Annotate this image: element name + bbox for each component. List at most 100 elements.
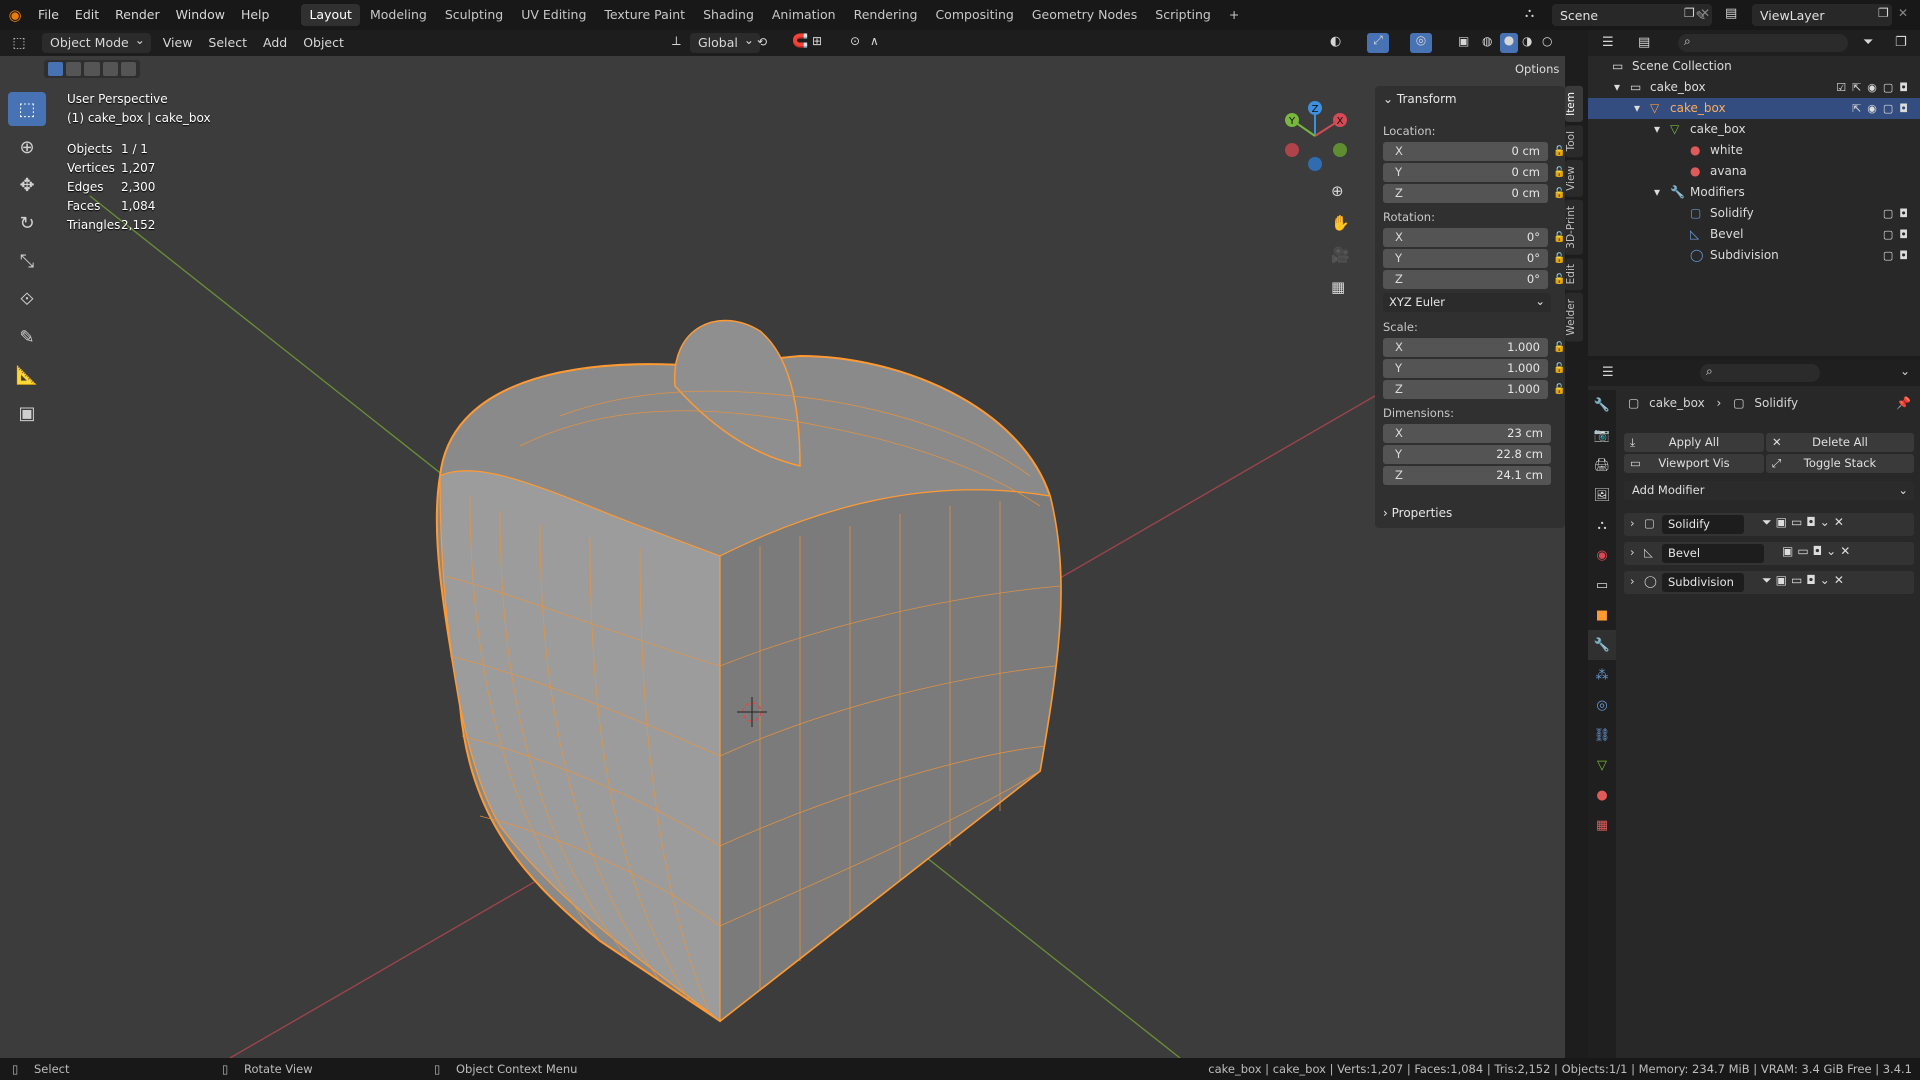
toggle-stack-button[interactable]: ⤢ Toggle Stack xyxy=(1766,454,1914,473)
scale-tool-icon[interactable]: ⤡ xyxy=(8,244,46,278)
tab-layout[interactable]: Layout xyxy=(301,4,360,26)
overlays-toggle-icon[interactable]: ◎ xyxy=(1410,33,1432,53)
modifier-name-field[interactable]: Solidify xyxy=(1662,515,1744,534)
select-box-tool-icon[interactable]: ⬚ xyxy=(8,92,46,126)
pan-hand-icon[interactable]: ✋ xyxy=(1331,214,1350,232)
new-scene-icon[interactable]: ❐ xyxy=(1684,6,1695,20)
outliner-search-input[interactable]: ⌕ xyxy=(1678,34,1848,52)
modifier-toggle-icons[interactable]: ▣▭◘⌄✕ xyxy=(1782,544,1854,558)
menu-view[interactable]: View xyxy=(155,33,201,53)
tab-3d-print[interactable]: 3D-Print xyxy=(1565,200,1583,255)
apply-all-button[interactable]: ⤓ Apply All xyxy=(1624,433,1764,452)
rotation-z-field[interactable]: Z 0° xyxy=(1383,270,1548,289)
dimensions-z-field[interactable]: Z 24.1 cm xyxy=(1383,466,1551,485)
select-subtract-icon[interactable] xyxy=(84,62,100,76)
scene-icon[interactable]: ⛬ xyxy=(1525,6,1534,21)
close-scene-icon[interactable]: ✕ xyxy=(1700,6,1710,20)
camera-view-icon[interactable]: 🎥 xyxy=(1331,246,1350,264)
chevron-right-icon[interactable]: › xyxy=(1630,545,1635,559)
modifier-toggle-icons[interactable]: ⏷▣▭◘⌄✕ xyxy=(1762,515,1848,530)
tab-compositing[interactable]: Compositing xyxy=(927,4,1021,26)
scale-x-field[interactable]: X 1.000 xyxy=(1383,338,1548,357)
add-modifier-dropdown[interactable]: Add Modifier ⌄ xyxy=(1624,481,1914,500)
measure-tool-icon[interactable]: 📐 xyxy=(8,358,46,392)
chevron-down-icon[interactable]: ▾ xyxy=(1654,119,1660,140)
outliner-row-modifiers[interactable]: ▾ 🔧 Modifiers xyxy=(1588,182,1920,203)
object-tab-icon[interactable]: ■ xyxy=(1588,600,1616,630)
new-view-layer-icon[interactable]: ❐ xyxy=(1878,6,1889,20)
xray-toggle-icon[interactable]: ▣ xyxy=(1458,34,1469,48)
lock-icon[interactable]: 🔓 xyxy=(1553,188,1565,199)
collection-visibility-icons[interactable]: ☑⇱◉▢◘ xyxy=(1836,77,1914,98)
rotate-tool-icon[interactable]: ↻ xyxy=(8,206,46,240)
menu-help[interactable]: Help xyxy=(233,0,278,30)
modifier-panel-subdivision[interactable]: › ◯ Subdivision ⏷▣▭◘⌄✕ xyxy=(1624,571,1914,594)
view-layer-selector[interactable]: ViewLayer xyxy=(1752,4,1892,26)
select-intersect-icon[interactable] xyxy=(120,62,137,76)
outliner-row-modifier-bevel[interactable]: ◺ Bevel ▢◘ xyxy=(1588,224,1920,245)
modifier-panel-solidify[interactable]: › ▢ Solidify ⏷▣▭◘⌄✕ xyxy=(1624,513,1914,536)
editor-type-icon[interactable]: ⬚ xyxy=(0,35,38,51)
pivot-icon[interactable]: ⟲ xyxy=(757,35,767,49)
properties-search-input[interactable]: ⌕ xyxy=(1700,364,1820,382)
select-mode-buttons[interactable] xyxy=(44,60,140,78)
rotation-y-field[interactable]: Y 0° xyxy=(1383,249,1548,268)
snap-icon[interactable]: 🧲 xyxy=(792,34,808,49)
scale-z-field[interactable]: Z 1.000 xyxy=(1383,380,1548,399)
transform-tool-icon[interactable]: ⟐ xyxy=(8,282,46,316)
texture-tab-icon[interactable]: ▦ xyxy=(1588,810,1616,840)
lock-icon[interactable]: 🔓 xyxy=(1553,363,1565,374)
select-invert-icon[interactable] xyxy=(102,62,118,76)
transform-panel-header[interactable]: ⌄ Transform xyxy=(1383,92,1457,106)
rotation-mode-dropdown[interactable]: XYZ Euler ⌄ xyxy=(1383,293,1551,312)
scale-y-field[interactable]: Y 1.000 xyxy=(1383,359,1548,378)
modifier-tab-icon[interactable]: 🔧 xyxy=(1588,630,1616,660)
object-visibility-icons[interactable]: ⇱◉▢◘ xyxy=(1852,98,1914,119)
lock-icon[interactable]: 🔓 xyxy=(1553,274,1565,285)
outliner-row-scene-collection[interactable]: ▭ Scene Collection xyxy=(1588,56,1920,77)
view-layer-icon[interactable]: ▤ xyxy=(1725,6,1737,21)
select-set-icon[interactable] xyxy=(48,62,64,76)
properties-editor-icon[interactable]: ☰ xyxy=(1602,365,1614,380)
menu-file[interactable]: File xyxy=(30,0,67,30)
filter-icon[interactable]: ⏷ xyxy=(1863,35,1873,50)
menu-edit[interactable]: Edit xyxy=(67,0,107,30)
tab-edit[interactable]: Edit xyxy=(1565,257,1583,291)
options-dropdown[interactable]: Options ⌄ xyxy=(1515,60,1563,94)
chevron-down-icon[interactable]: ⌄ xyxy=(1900,364,1910,378)
modifier-visibility-icons[interactable]: ▢◘ xyxy=(1883,245,1914,266)
lock-icon[interactable]: 🔓 xyxy=(1553,384,1565,395)
outliner-row-object[interactable]: ▾ ▽ cake_box ⇱◉▢◘ xyxy=(1588,98,1920,119)
dimensions-x-field[interactable]: X 23 cm xyxy=(1383,424,1551,443)
outliner-row-modifier-subdivision[interactable]: ◯ Subdivision ▢◘ xyxy=(1588,245,1920,266)
proportional-edit-icon[interactable]: ⊙ xyxy=(850,34,860,48)
particles-tab-icon[interactable]: ⁂ xyxy=(1588,660,1616,690)
pin-icon[interactable]: 📌 xyxy=(1896,396,1911,410)
annotate-tool-icon[interactable]: ✎ xyxy=(8,320,46,354)
tab-welder[interactable]: Welder xyxy=(1565,293,1583,342)
shading-wireframe-icon[interactable]: ◍ xyxy=(1482,34,1492,48)
tab-texture-paint[interactable]: Texture Paint xyxy=(596,4,693,26)
shading-solid-icon[interactable]: ● xyxy=(1500,33,1518,53)
visibility-icon[interactable]: ◐ xyxy=(1330,34,1341,49)
select-extend-icon[interactable] xyxy=(66,62,82,76)
modifier-name-field[interactable]: Bevel xyxy=(1662,544,1764,563)
move-tool-icon[interactable]: ✥ xyxy=(8,168,46,202)
modifier-panel-bevel[interactable]: › ◺ Bevel ▣▭◘⌄✕ xyxy=(1624,542,1914,565)
tab-modeling[interactable]: Modeling xyxy=(362,4,435,26)
orientation-dropdown[interactable]: Global xyxy=(690,30,760,53)
outliner-row-material-white[interactable]: ● white xyxy=(1588,140,1920,161)
tab-item[interactable]: Item xyxy=(1565,86,1583,122)
lock-icon[interactable]: 🔓 xyxy=(1553,146,1565,157)
physics-tab-icon[interactable]: ◎ xyxy=(1588,690,1616,720)
gizmo-toggle-icon[interactable]: ⤢ xyxy=(1367,33,1389,53)
tool-tab-icon[interactable]: 🔧 xyxy=(1588,390,1616,420)
tab-uv-editing[interactable]: UV Editing xyxy=(513,4,594,26)
rotation-x-field[interactable]: X 0° xyxy=(1383,228,1548,247)
new-collection-icon[interactable]: ❐ xyxy=(1895,35,1907,50)
cursor-tool-icon[interactable]: ⊕ xyxy=(8,130,46,164)
lock-icon[interactable]: 🔓 xyxy=(1553,232,1565,243)
delete-all-button[interactable]: ✕ Delete All xyxy=(1766,433,1914,452)
menu-add[interactable]: Add xyxy=(255,33,295,53)
shading-material-icon[interactable]: ◑ xyxy=(1522,34,1532,48)
